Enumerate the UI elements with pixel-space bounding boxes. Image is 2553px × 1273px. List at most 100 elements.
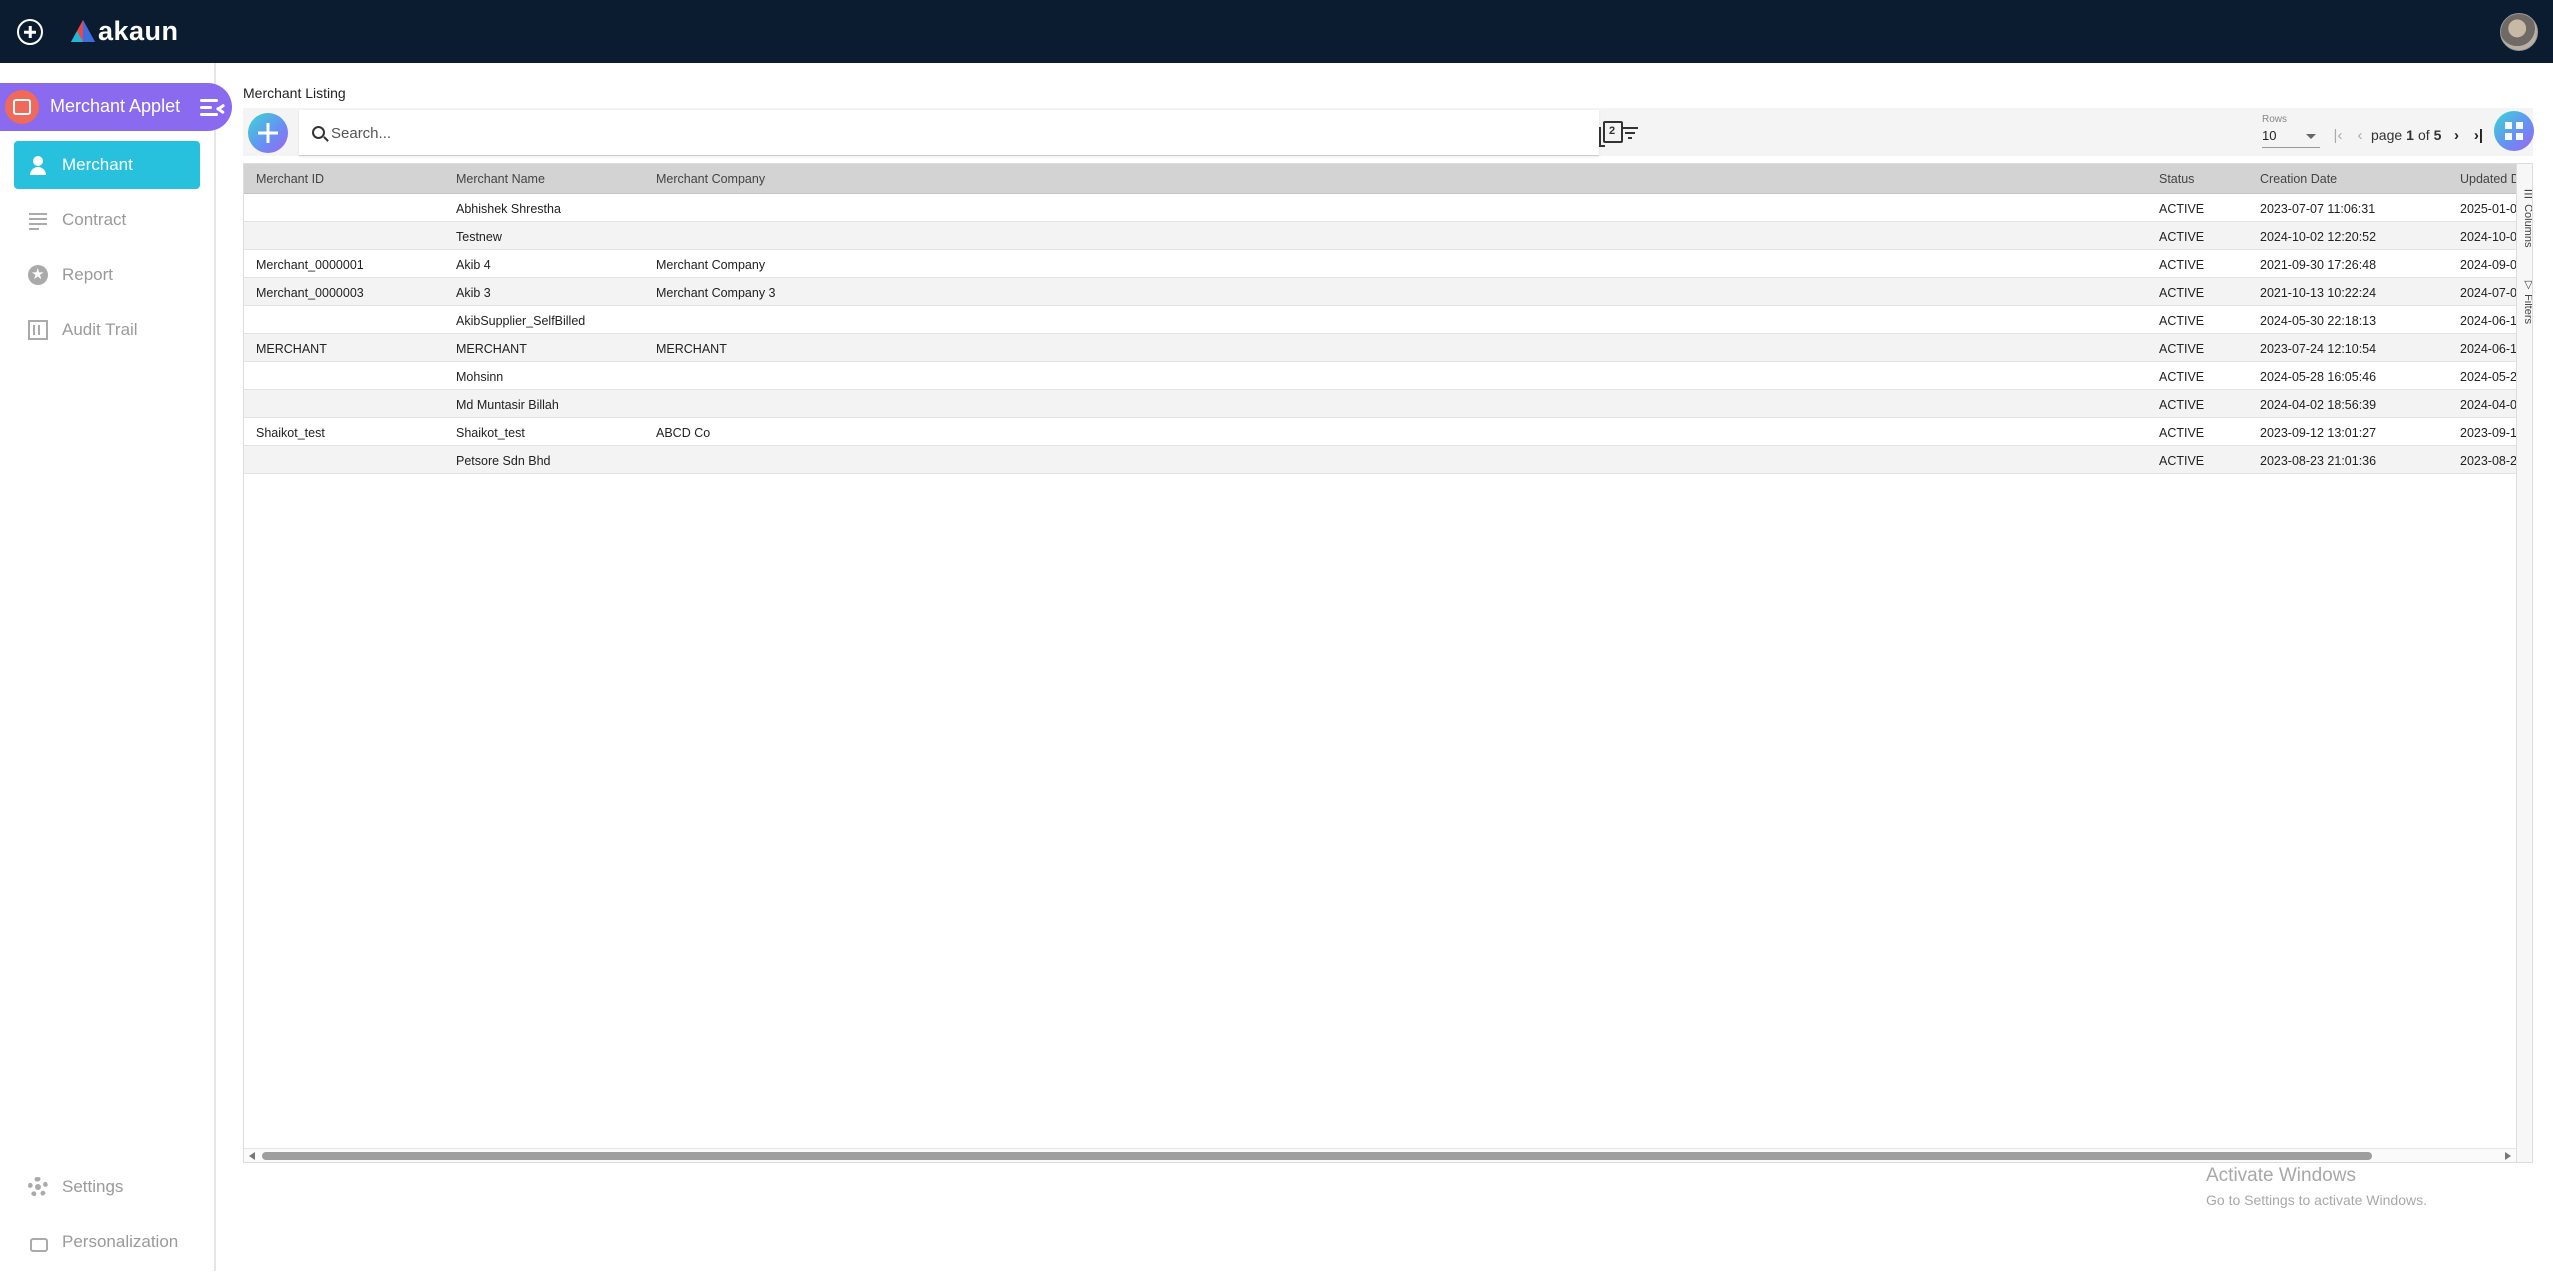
sidebar-item-merchant[interactable]: Merchant: [14, 141, 200, 189]
filter-icon[interactable]: [1622, 127, 1638, 139]
cell-creation-date: 2024-10-02 12:20:52: [2260, 230, 2377, 244]
sidebar-item-contract[interactable]: Contract: [14, 196, 200, 244]
add-merchant-button[interactable]: [248, 113, 288, 153]
search-input[interactable]: [331, 120, 1511, 146]
cell-updated-date: 2024-05-2: [2460, 370, 2517, 384]
cell-merchant-name: Akib 4: [456, 258, 491, 272]
table-row[interactable]: AkibSupplier_SelfBilled ACTIVE 2024-05-30 …: [244, 306, 2517, 334]
of-word: of: [2417, 127, 2430, 143]
cell-status: ACTIVE: [2159, 342, 2205, 356]
add-circle-icon[interactable]: [17, 19, 43, 45]
cell-merchant-name: AkibSupplier_SelfBilled: [456, 314, 586, 328]
sidebar-item-personalization[interactable]: Personalization: [14, 1218, 200, 1266]
table-row[interactable]: Petsore Sdn Bhd ACTIVE 2023-08-23 21:01:36…: [244, 446, 2517, 474]
cell-merchant-id: Shaikot_test: [256, 426, 325, 440]
applet-title: Merchant Applet: [50, 96, 181, 116]
cell-merchant-name: Md Muntasir Billah: [456, 398, 559, 412]
cell-merchant-name: Mohsinn: [456, 370, 504, 384]
cell-status: ACTIVE: [2159, 202, 2205, 216]
scroll-right-icon[interactable]: [2505, 1152, 2511, 1160]
cell-status: ACTIVE: [2159, 314, 2205, 328]
star-icon: [28, 265, 48, 285]
table-row[interactable]: Testnew ACTIVE 2024-10-02 12:20:52 2024-10-…: [244, 222, 2517, 250]
collapse-menu-icon[interactable]: [200, 97, 226, 117]
page-title: Merchant Listing: [243, 85, 346, 101]
prev-page-icon[interactable]: ‹: [2349, 127, 2371, 144]
cell-updated-date: 2024-04-0: [2460, 398, 2517, 412]
scroll-left-icon[interactable]: [249, 1152, 255, 1160]
cell-creation-date: 2023-07-24 12:10:54: [2260, 342, 2377, 356]
side-panel: ☰ Columns ▽ Filters: [2516, 164, 2532, 1162]
sidebar-item-label: Settings: [62, 1177, 124, 1196]
table-row[interactable]: Shaikot_test Shaikot_test ABCD Co ACTIVE 202…: [244, 418, 2517, 446]
akaun-logo[interactable]: akaun: [70, 16, 179, 46]
watermark-title: Activate Windows: [2206, 1165, 2356, 1186]
current-page: 1: [2406, 127, 2414, 143]
sidebar-item-label: Personalization: [62, 1232, 179, 1251]
user-avatar[interactable]: [2500, 13, 2538, 51]
main-content: Merchant Listing 2 Rows 10 |‹ ‹ page 1 o…: [240, 63, 2536, 1163]
sidebar-item-label: Report: [62, 265, 114, 284]
scrollbar-thumb[interactable]: [262, 1152, 2372, 1160]
first-page-icon[interactable]: |‹: [2327, 127, 2349, 144]
cell-merchant-name: MERCHANT: [456, 342, 527, 356]
rows-label: Rows: [2262, 114, 2288, 125]
toolbar: 2 Rows 10 |‹ ‹ page 1 of 5 › ›|: [243, 108, 2534, 156]
table-header: Merchant ID Merchant Name Merchant Compa…: [244, 164, 2520, 194]
building-icon: [28, 320, 48, 340]
cell-updated-date: 2024-07-0: [2460, 286, 2517, 300]
last-page-icon[interactable]: ›|: [2467, 127, 2489, 144]
cell-merchant-company: MERCHANT: [656, 342, 727, 356]
applet-header: Merchant Applet: [0, 83, 232, 131]
cell-creation-date: 2021-10-13 10:22:24: [2260, 286, 2377, 300]
horizontal-scrollbar[interactable]: [244, 1148, 2516, 1162]
grid-view-icon[interactable]: [2494, 111, 2534, 151]
sidebar-item-audit-trail[interactable]: Audit Trail: [14, 306, 200, 354]
table-row[interactable]: MERCHANT MERCHANT MERCHANT ACTIVE 2023-07-24…: [244, 334, 2517, 362]
header-merchant-company[interactable]: Merchant Company: [656, 172, 765, 186]
rows-per-page: Rows 10: [2262, 114, 2322, 150]
cell-updated-date: 2025-01-0: [2460, 202, 2517, 216]
next-page-icon[interactable]: ›: [2445, 127, 2467, 144]
sidebar-item-report[interactable]: Report: [14, 251, 200, 299]
table-row[interactable]: Md Muntasir Billah ACTIVE 2024-04-02 18:56…: [244, 390, 2517, 418]
header-updated-date[interactable]: Updated D: [2460, 172, 2520, 186]
cell-status: ACTIVE: [2159, 258, 2205, 272]
table-body: Abhishek Shrestha ACTIVE 2023-07-07 11:06:…: [244, 194, 2517, 474]
document-list-icon[interactable]: 2: [1599, 121, 1623, 147]
cell-merchant-id: Merchant_0000003: [256, 286, 364, 300]
sidebar-item-settings[interactable]: Settings: [14, 1163, 200, 1211]
header-status[interactable]: Status: [2159, 172, 2194, 186]
cell-creation-date: 2023-09-12 13:01:27: [2260, 426, 2377, 440]
search-icon: [312, 126, 325, 139]
list-icon: [28, 210, 48, 230]
cell-updated-date: 2024-06-1: [2460, 342, 2517, 356]
table-row[interactable]: Abhishek Shrestha ACTIVE 2023-07-07 11:06:…: [244, 194, 2517, 222]
cell-creation-date: 2023-07-07 11:06:31: [2260, 202, 2376, 216]
header-creation-date[interactable]: Creation Date: [2260, 172, 2337, 186]
header-merchant-name[interactable]: Merchant Name: [456, 172, 545, 186]
akaun-logo-icon: [71, 20, 95, 42]
sidebar-item-label: Audit Trail: [62, 320, 138, 339]
cell-status: ACTIVE: [2159, 286, 2205, 300]
cell-merchant-name: Shaikot_test: [456, 426, 525, 440]
cell-merchant-company: Merchant Company: [656, 258, 766, 272]
table-row[interactable]: Merchant_0000001 Akib 4 Merchant Company AC…: [244, 250, 2517, 278]
cell-status: ACTIVE: [2159, 370, 2205, 384]
rows-select[interactable]: 10: [2262, 128, 2320, 148]
columns-tab[interactable]: ☰ Columns: [2517, 184, 2532, 247]
header-merchant-id[interactable]: Merchant ID: [256, 172, 324, 186]
cell-merchant-id: MERCHANT: [256, 342, 327, 356]
cell-merchant-name: Petsore Sdn Bhd: [456, 454, 551, 468]
cell-status: ACTIVE: [2159, 426, 2205, 440]
cell-status: ACTIVE: [2159, 398, 2205, 412]
cell-merchant-company: Merchant Company 3: [656, 286, 776, 300]
cell-creation-date: 2024-04-02 18:56:39: [2260, 398, 2377, 412]
filters-tab[interactable]: ▽ Filters: [2517, 274, 2532, 324]
cell-creation-date: 2024-05-28 16:05:46: [2260, 370, 2377, 384]
table-row[interactable]: Merchant_0000003 Akib 3 Merchant Company 3…: [244, 278, 2517, 306]
cell-updated-date: 2024-10-0: [2460, 230, 2517, 244]
top-bar: akaun: [0, 0, 2553, 63]
table-row[interactable]: Mohsinn ACTIVE 2024-05-28 16:05:46 2024-05-…: [244, 362, 2517, 390]
cell-updated-date: 2024-06-1: [2460, 314, 2517, 328]
